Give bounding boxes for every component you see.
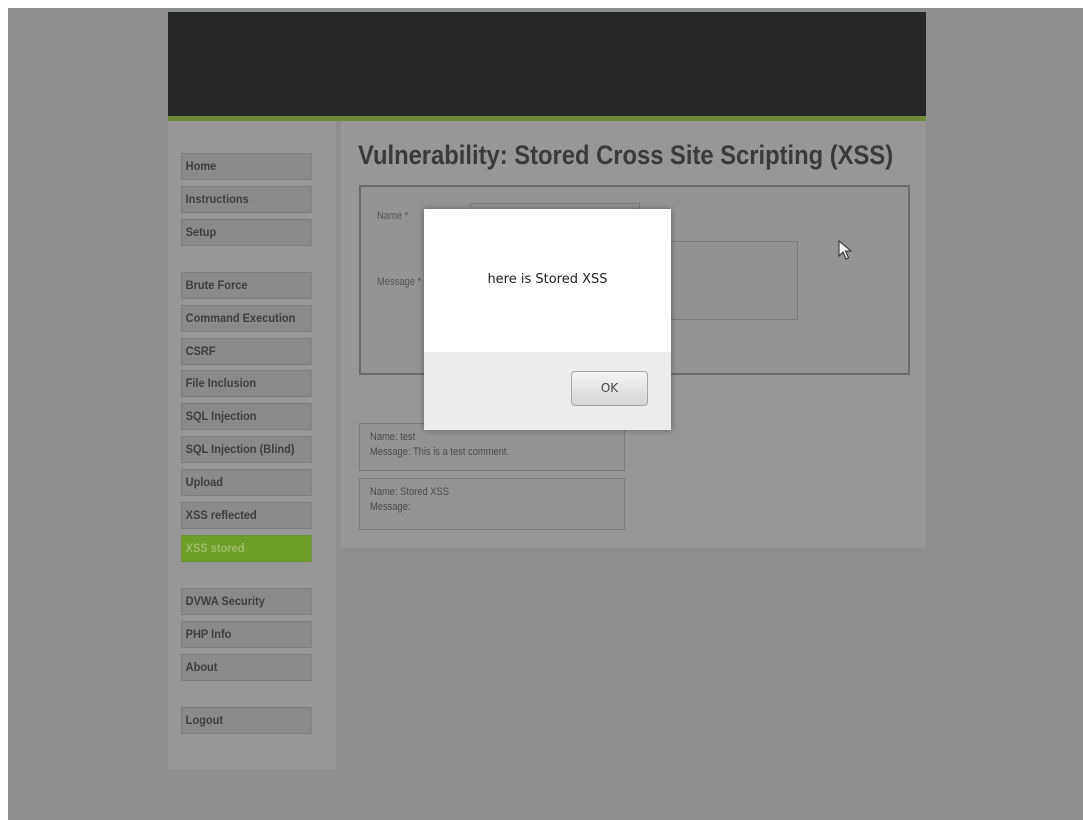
comment-name: Name: test xyxy=(370,431,416,443)
sidebar-item-php-info[interactable]: PHP Info xyxy=(181,621,312,648)
comment-entry: Name: Stored XSS Message: xyxy=(359,478,625,530)
comment-entry: Name: test Message: This is a test comme… xyxy=(359,423,625,471)
mouse-cursor-icon xyxy=(838,240,852,260)
sidebar-item-command-execution[interactable]: Command Execution xyxy=(181,305,312,332)
message-field-label: Message * xyxy=(377,276,422,288)
site-header-banner xyxy=(168,12,926,116)
sidebar-item-logout[interactable]: Logout xyxy=(181,707,312,734)
comment-name: Name: Stored XSS xyxy=(370,486,449,498)
page-title: Vulnerability: Stored Cross Site Scripti… xyxy=(358,140,894,170)
sidebar-item-xss-reflected[interactable]: XSS reflected xyxy=(181,502,312,529)
comment-message: Message: xyxy=(370,501,411,513)
sidebar-item-file-inclusion[interactable]: File Inclusion xyxy=(181,370,312,397)
sidebar-item-upload[interactable]: Upload xyxy=(181,469,312,496)
alert-message: here is Stored XSS xyxy=(487,272,608,287)
sidebar-item-home[interactable]: Home xyxy=(181,153,312,180)
sidebar-item-instructions[interactable]: Instructions xyxy=(181,186,312,213)
sidebar-item-sql-injection-blind[interactable]: SQL Injection (Blind) xyxy=(181,436,312,463)
comment-message: Message: This is a test comment. xyxy=(370,446,510,458)
sidebar-item-brute-force[interactable]: Brute Force xyxy=(181,272,312,299)
ok-button[interactable]: OK xyxy=(571,371,648,406)
alert-dialog: here is Stored XSS OK xyxy=(424,209,671,430)
sidebar-item-dvwa-security[interactable]: DVWA Security xyxy=(181,588,312,615)
sidebar-item-xss-stored[interactable]: XSS stored xyxy=(181,535,312,562)
name-field-label: Name * xyxy=(377,210,409,222)
sidebar-item-sql-injection[interactable]: SQL Injection xyxy=(181,403,312,430)
sidebar-item-setup[interactable]: Setup xyxy=(181,219,312,246)
alert-dialog-body: here is Stored XSS xyxy=(424,209,671,352)
sidebar-item-about[interactable]: About xyxy=(181,654,312,681)
sidebar-item-csrf[interactable]: CSRF xyxy=(181,338,312,365)
